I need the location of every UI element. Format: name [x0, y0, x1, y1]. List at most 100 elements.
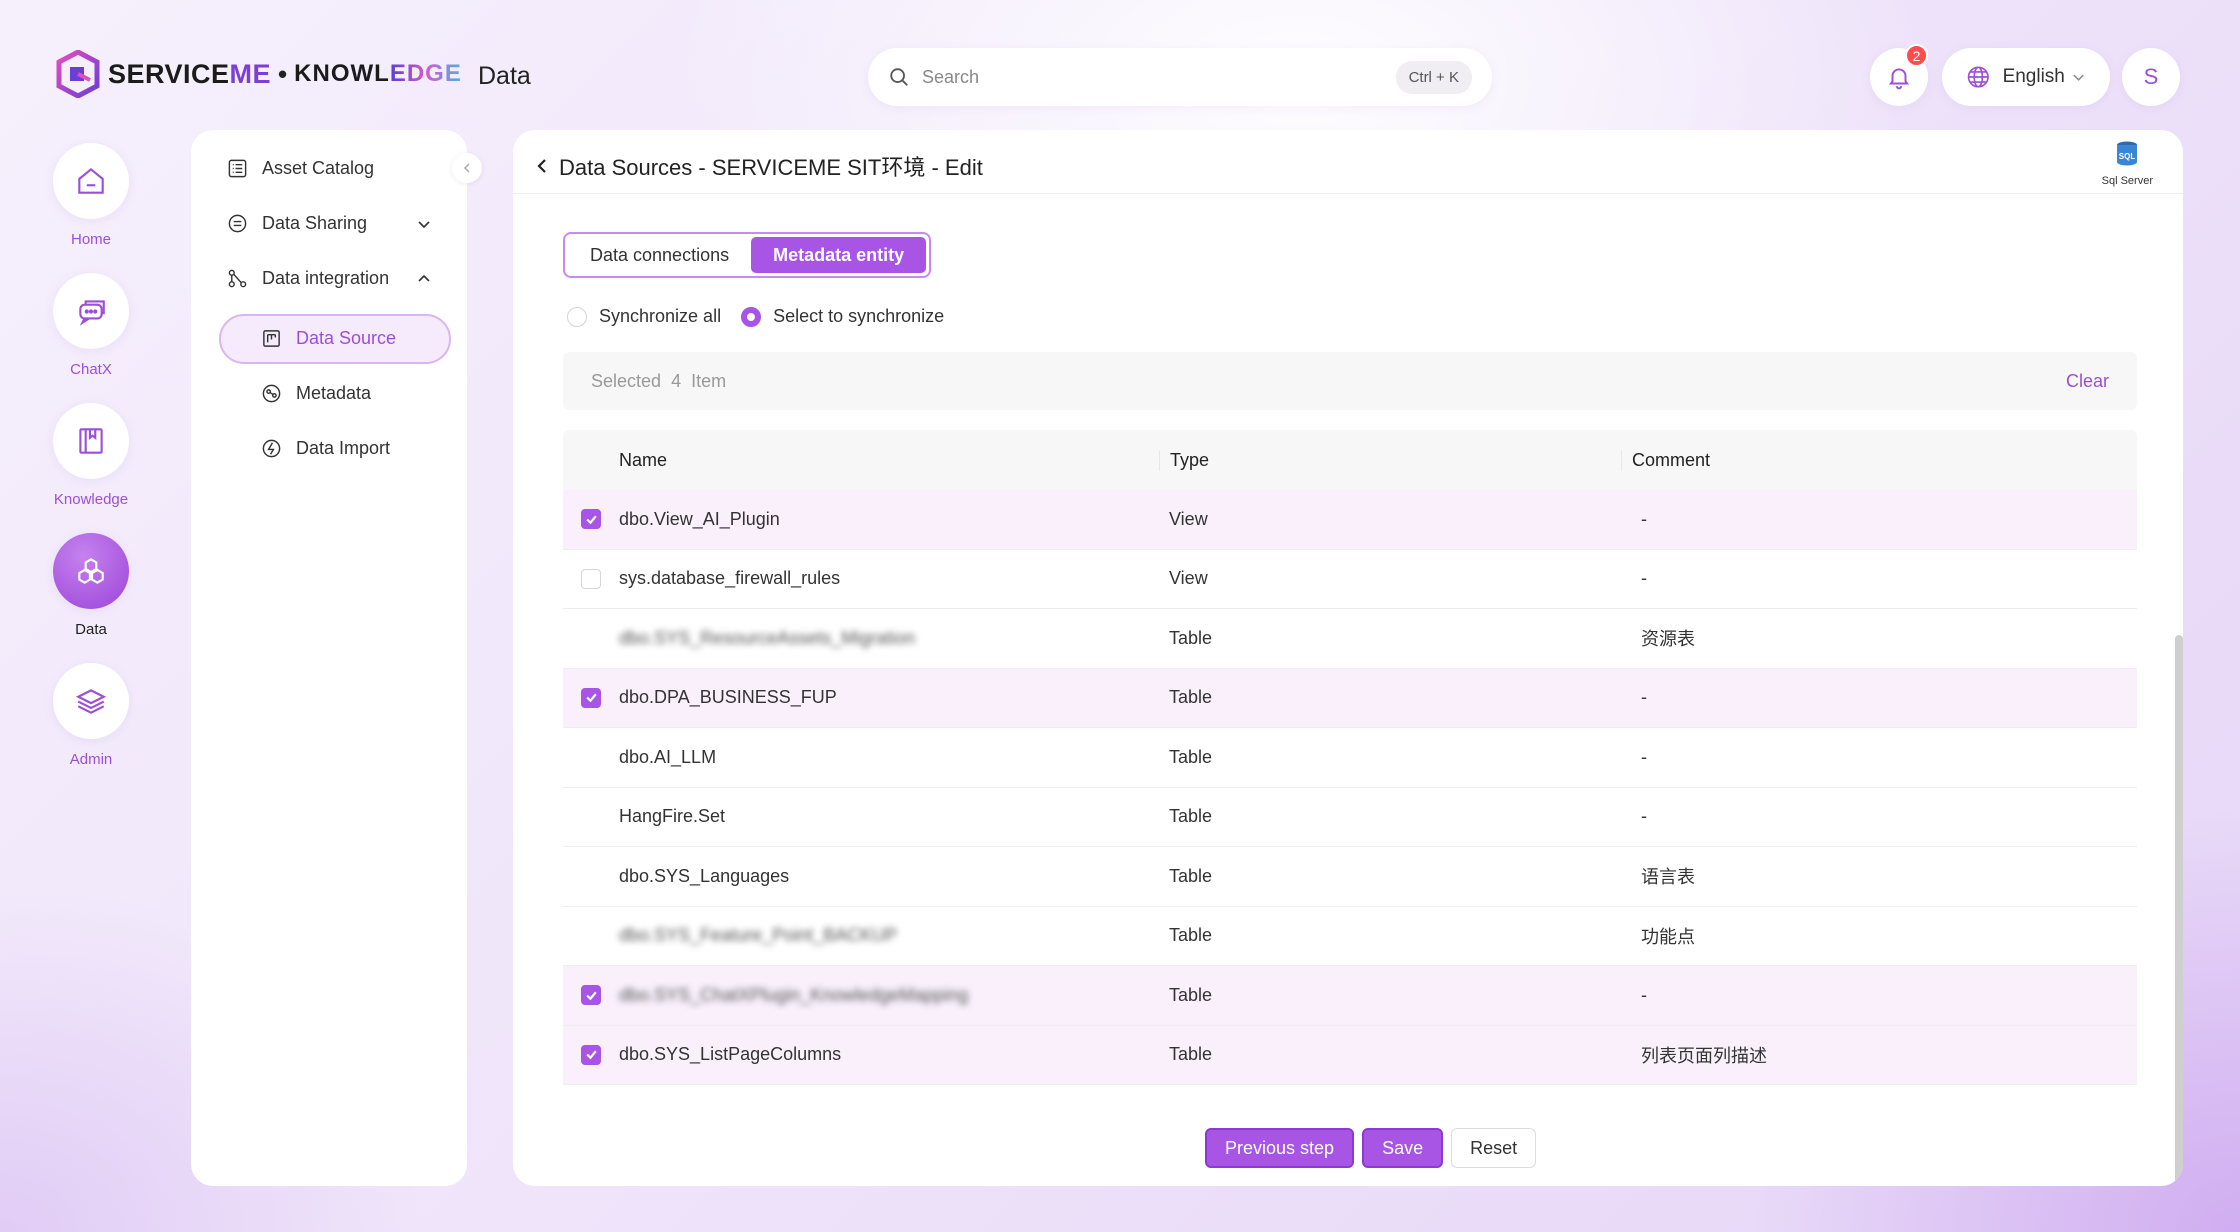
chevron-down-icon — [2073, 74, 2084, 81]
check-icon — [585, 1050, 597, 1060]
language-selector[interactable]: English — [1942, 48, 2110, 106]
column-header-name: Name — [619, 449, 668, 470]
global-search[interactable]: Ctrl + K — [868, 48, 1492, 106]
radio-sync-all[interactable] — [567, 306, 587, 327]
rail-icon-bg-active — [53, 533, 129, 609]
row-checkbox[interactable] — [581, 985, 601, 1006]
notifications-button[interactable]: 2 — [1870, 44, 1928, 106]
page-header: Data Sources - SERVICEME SIT环境 - Edit SQ… — [513, 130, 2183, 194]
row-checkbox[interactable] — [581, 687, 601, 708]
menu-label: Data Source — [296, 328, 397, 348]
table-row[interactable]: dbo.View_AI_Plugin View - — [563, 490, 2137, 550]
cell-comment: - — [1641, 508, 1647, 529]
check-icon — [585, 991, 597, 1001]
radio-label: Select to synchronize — [773, 306, 945, 326]
cell-comment: 语言表 — [1641, 867, 1695, 888]
selected-unit: Item — [691, 370, 727, 391]
save-button[interactable]: Save — [1362, 1128, 1444, 1168]
step-tabs: Data connections Metadata entity — [563, 232, 932, 278]
cell-comment: 功能点 — [1641, 926, 1695, 947]
metadata-table: Name Type Comment dbo.View_AI_Plugin Vie… — [563, 430, 2137, 1085]
table-row[interactable]: dbo.SYS_ResourceAssets_Migration Table 资… — [563, 609, 2137, 669]
cell-name: dbo.DPA_BUSINESS_FUP — [619, 687, 837, 708]
rail-item-knowledge[interactable]: Knowledge — [52, 403, 130, 508]
cell-comment: - — [1641, 568, 1647, 589]
menu-label: Data Import — [296, 438, 391, 458]
table-row[interactable]: dbo.SYS_Feature_Point_BACKUP Table 功能点 — [563, 907, 2137, 966]
cell-name: dbo.SYS_ResourceAssets_Migration — [619, 627, 916, 648]
radio-select-sync[interactable] — [741, 306, 762, 327]
brand-separator: • — [278, 58, 288, 89]
reset-button[interactable]: Reset — [1451, 1128, 1537, 1168]
page-title-text: Data Sources - SERVICEME SIT环境 - Edit — [559, 155, 983, 180]
bell-icon — [1888, 68, 1910, 90]
row-checkbox[interactable] — [581, 568, 601, 589]
logo-icon — [56, 50, 100, 98]
rail-item-home[interactable]: Home — [52, 143, 130, 248]
tab-metadata-entity[interactable]: Metadata entity — [751, 237, 927, 273]
collapse-menu-button[interactable] — [452, 153, 482, 183]
database-icon: SQL — [2117, 141, 2138, 166]
table-row[interactable]: dbo.DPA_BUSINESS_FUP Table - — [563, 668, 2137, 728]
cell-type: View — [1169, 568, 1208, 589]
vertical-scrollbar[interactable] — [2175, 635, 2183, 1185]
cell-type: Table — [1169, 806, 1213, 827]
user-avatar[interactable]: S — [2122, 48, 2180, 106]
integration-icon — [228, 269, 247, 288]
cell-type: Table — [1169, 746, 1213, 767]
menu-item-data-import[interactable]: Data Import — [261, 438, 390, 459]
cell-comment: 列表页面列描述 — [1641, 1045, 1767, 1066]
table-row[interactable]: dbo.SYS_ListPageColumns Table 列表页面列描述 — [563, 1025, 2137, 1085]
cell-name: dbo.AI_LLM — [619, 746, 717, 767]
previous-step-button[interactable]: Previous step — [1205, 1128, 1355, 1168]
rail-item-admin[interactable]: Admin — [52, 663, 130, 768]
table-row[interactable]: dbo.SYS_ChatXPlugin_KnowledgeMapping Tab… — [563, 966, 2137, 1026]
language-label: English — [2002, 66, 2065, 87]
cell-comment: 资源表 — [1641, 629, 1695, 650]
cell-comment: - — [1641, 984, 1647, 1005]
rail-label: ChatX — [70, 361, 112, 378]
cell-name: dbo.View_AI_Plugin — [619, 508, 780, 529]
menu-item-data-integration[interactable]: Data integration — [227, 268, 432, 289]
cell-comment: - — [1641, 806, 1647, 827]
rail-item-chatx[interactable]: ChatX — [52, 273, 130, 378]
cell-name: dbo.SYS_Feature_Point_BACKUP — [619, 925, 898, 946]
clear-selection-button[interactable]: Clear — [2066, 371, 2109, 392]
share-circle-icon — [228, 214, 247, 233]
page-title[interactable]: Data Sources - SERVICEME SIT环境 - Edit — [535, 150, 983, 182]
import-icon — [262, 439, 281, 458]
row-checkbox[interactable] — [581, 1044, 601, 1065]
cell-name: HangFire.Set — [619, 806, 726, 827]
menu-label: Data Sharing — [262, 213, 368, 233]
rail-icon-bg — [53, 403, 129, 479]
menu-item-data-source[interactable]: Data Source — [261, 328, 396, 349]
data-source-icon — [263, 330, 280, 347]
brand-name: SERVICEME — [108, 58, 272, 89]
globe-icon — [1967, 66, 1989, 88]
rail-item-data[interactable]: Data — [52, 533, 130, 638]
svg-text:SQL: SQL — [2119, 152, 2136, 161]
rail-label: Knowledge — [53, 491, 129, 508]
tab-data-connections[interactable]: Data connections — [568, 237, 751, 273]
menu-item-asset-catalog[interactable]: Asset Catalog — [227, 158, 447, 179]
row-checkbox[interactable] — [581, 509, 601, 530]
table-row[interactable]: dbo.AI_LLM Table - — [563, 728, 2137, 788]
brand-knowledge: KNOWLEDGE — [294, 60, 462, 87]
rail-label: Home — [70, 231, 111, 248]
sync-mode-group: Synchronize all Select to synchronize — [567, 306, 944, 327]
menu-item-data-sharing[interactable]: Data Sharing — [227, 213, 432, 234]
table-row[interactable]: HangFire.Set Table - — [563, 788, 2137, 847]
metadata-icon — [262, 384, 281, 403]
home-icon — [78, 167, 104, 194]
column-header-type: Type — [1159, 449, 1631, 471]
search-input[interactable] — [922, 66, 1396, 88]
app-logo[interactable]: SERVICEME • KNOWLEDGE — [56, 50, 462, 98]
cell-type: Table — [1169, 865, 1213, 886]
rail-label: Admin — [69, 751, 113, 768]
chevron-down-icon — [418, 220, 430, 228]
layers-icon — [75, 689, 107, 714]
table-row[interactable]: sys.database_firewall_rules View - — [563, 550, 2137, 609]
cell-type: Table — [1169, 627, 1213, 648]
menu-item-metadata[interactable]: Metadata — [261, 383, 371, 404]
table-row[interactable]: dbo.SYS_Languages Table 语言表 — [563, 847, 2137, 907]
